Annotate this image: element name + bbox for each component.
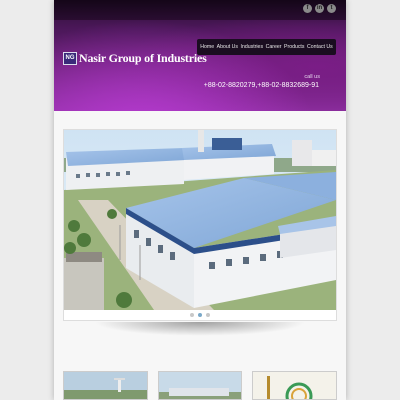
site-header: f in t NG Nasir Group of Industries Home… bbox=[54, 0, 346, 111]
facebook-icon[interactable]: f bbox=[303, 4, 312, 13]
thumbnail-3[interactable] bbox=[252, 371, 338, 400]
slider-dot-3[interactable] bbox=[206, 313, 210, 317]
linkedin-icon[interactable]: in bbox=[315, 4, 324, 13]
top-bar: f in t bbox=[54, 0, 346, 20]
social-links: f in t bbox=[303, 4, 336, 13]
slider-dot-2[interactable] bbox=[198, 313, 202, 317]
nav-item-home[interactable]: Home bbox=[200, 44, 214, 50]
twitter-icon[interactable]: t bbox=[327, 4, 336, 13]
nav-item-products[interactable]: Products bbox=[284, 44, 304, 50]
industry-thumbnails bbox=[63, 371, 338, 400]
page-container: f in t NG Nasir Group of Industries Home… bbox=[54, 0, 346, 400]
slider-shadow bbox=[94, 322, 306, 336]
nav-item-about-us[interactable]: About Us bbox=[217, 44, 238, 50]
nav-item-career[interactable]: Career bbox=[266, 44, 282, 50]
company-name: Nasir Group of Industries bbox=[79, 51, 207, 65]
phone-numbers: +88-02-8820279,+88-02-8832689-91 bbox=[203, 82, 319, 89]
thumbnail-2-image bbox=[158, 372, 242, 399]
main-nav: Home About Us Industries Career Products… bbox=[197, 39, 336, 55]
image-slider[interactable] bbox=[63, 129, 337, 321]
thumbnail-3-image bbox=[253, 372, 337, 399]
thumbnail-1-image bbox=[64, 372, 147, 399]
nav-item-industries[interactable]: Industries bbox=[241, 44, 264, 50]
slider-dot-1[interactable] bbox=[190, 313, 194, 317]
slider-dots bbox=[64, 313, 336, 317]
site-logo[interactable]: NG Nasir Group of Industries bbox=[63, 51, 207, 66]
nav-item-contact-us[interactable]: Contact Us bbox=[307, 44, 333, 50]
thumbnail-2[interactable] bbox=[157, 371, 243, 400]
thumbnail-1[interactable] bbox=[63, 371, 148, 400]
factory-aerial-image bbox=[64, 130, 336, 310]
call-us-label: call us bbox=[304, 74, 320, 80]
logo-mark-icon: NG bbox=[63, 52, 77, 65]
slide-factory-image bbox=[64, 130, 336, 310]
